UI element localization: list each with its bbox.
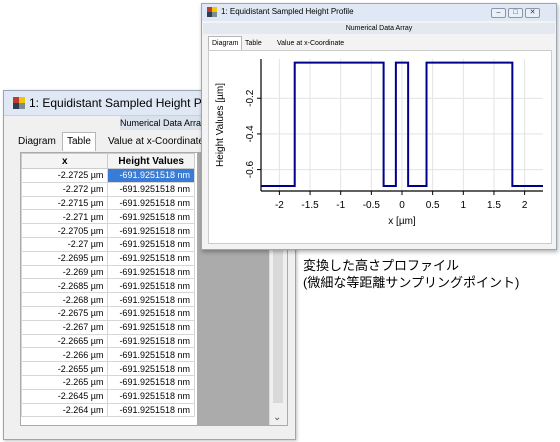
- x-tick-label: -0.5: [363, 200, 381, 211]
- tab-diagram[interactable]: Diagram: [14, 133, 60, 151]
- tab-diagram[interactable]: Diagram: [208, 36, 243, 50]
- column-header-height[interactable]: Height Values: [107, 153, 195, 169]
- cell-x[interactable]: -2.265 µm: [21, 374, 109, 390]
- column-header-x[interactable]: x: [21, 153, 109, 169]
- cell-x[interactable]: -2.2695 µm: [21, 250, 109, 266]
- scroll-down-icon[interactable]: ⌄: [273, 412, 281, 423]
- cell-height[interactable]: -691.9251518 nm: [107, 223, 195, 238]
- cell-x[interactable]: -2.2705 µm: [21, 223, 109, 238]
- x-tick-label: -1.5: [301, 200, 319, 211]
- table-row[interactable]: -2.2675 µm -691.9251518 nm: [21, 305, 195, 321]
- y-axis-label: Height Values [µm]: [215, 83, 226, 167]
- table-row[interactable]: -2.268 µm -691.9251518 nm: [21, 292, 195, 307]
- cell-height[interactable]: -691.9251518 nm: [107, 361, 195, 376]
- minimize-icon[interactable]: –: [491, 8, 506, 18]
- cell-height[interactable]: -691.9251518 nm: [107, 347, 195, 363]
- cell-height[interactable]: -691.9251518 nm: [107, 388, 195, 404]
- subheader: Numerical Data Array: [203, 23, 555, 34]
- data-table: x Height Values -2.2725 µm -691.9251518 n…: [21, 153, 195, 418]
- cell-x[interactable]: -2.2665 µm: [21, 333, 109, 349]
- x-tick-label: -2: [275, 200, 284, 211]
- table-row[interactable]: -2.2665 µm -691.9251518 nm: [21, 333, 195, 349]
- table-row[interactable]: -2.2655 µm -691.9251518 nm: [21, 361, 195, 376]
- annotation-line-1: 変換した高さプロファイル: [303, 258, 460, 273]
- table-row[interactable]: -2.265 µm -691.9251518 nm: [21, 374, 195, 390]
- tab-table[interactable]: Table: [242, 37, 265, 50]
- cell-x[interactable]: -2.267 µm: [21, 319, 109, 335]
- cell-x[interactable]: -2.2675 µm: [21, 305, 109, 321]
- x-tick-label: 0: [399, 200, 405, 211]
- table-row[interactable]: -2.2645 µm -691.9251518 nm: [21, 388, 195, 404]
- y-tick-label: -0.2: [245, 89, 256, 107]
- window-title: 1: Equidistant Sampled Height Profile: [221, 7, 354, 16]
- table-row[interactable]: -2.2715 µm -691.9251518 nm: [21, 195, 195, 211]
- cell-x[interactable]: -2.268 µm: [21, 292, 109, 307]
- cell-x[interactable]: -2.272 µm: [21, 181, 109, 197]
- cell-height[interactable]: -691.9251518 nm: [107, 209, 195, 225]
- cell-height[interactable]: -691.9251518 nm: [107, 333, 195, 349]
- app-icon: [207, 7, 218, 18]
- cell-x[interactable]: -2.2655 µm: [21, 361, 109, 376]
- cell-height[interactable]: -691.9251518 nm: [107, 181, 195, 197]
- table-row[interactable]: -2.2695 µm -691.9251518 nm: [21, 250, 195, 266]
- x-tick-label: 1: [461, 200, 467, 211]
- annotation-line-2: (微細な等距離サンプリングポイント): [303, 275, 520, 290]
- y-tick-label: -0.6: [245, 161, 256, 179]
- table-row[interactable]: -2.2685 µm -691.9251518 nm: [21, 278, 195, 294]
- x-tick-label: -1: [336, 200, 345, 211]
- tab-value-at-x[interactable]: Value at x-Coordinate: [104, 133, 208, 151]
- cell-height[interactable]: -691.9251518 nm: [107, 168, 195, 183]
- maximize-icon[interactable]: □: [508, 8, 523, 18]
- cell-height[interactable]: -691.9251518 nm: [107, 264, 195, 280]
- tab-value-at-x[interactable]: Value at x-Coordinate: [274, 37, 347, 50]
- cell-height[interactable]: -691.9251518 nm: [107, 305, 195, 321]
- cell-height[interactable]: -691.9251518 nm: [107, 278, 195, 294]
- cell-x[interactable]: -2.271 µm: [21, 209, 109, 225]
- tab-table[interactable]: Table: [62, 132, 96, 151]
- cell-height[interactable]: -691.9251518 nm: [107, 250, 195, 266]
- table-row[interactable]: -2.267 µm -691.9251518 nm: [21, 319, 195, 335]
- cell-height[interactable]: -691.9251518 nm: [107, 236, 195, 252]
- table-row[interactable]: -2.264 µm -691.9251518 nm: [21, 402, 195, 418]
- plot-area: -2 -1.5 -1 -0.5 0 0.5 1 1.5 2 -0.2 -0.4 -0.6 x [µm] H…: [208, 50, 552, 244]
- window-title: 1: Equidistant Sampled Height Profile: [29, 96, 228, 110]
- x-tick-label: 1.5: [487, 200, 501, 211]
- table-row[interactable]: -2.266 µm -691.9251518 nm: [21, 347, 195, 363]
- cell-height[interactable]: -691.9251518 nm: [107, 195, 195, 211]
- table-row[interactable]: -2.271 µm -691.9251518 nm: [21, 209, 195, 225]
- cell-x[interactable]: -2.2645 µm: [21, 388, 109, 404]
- cell-height[interactable]: -691.9251518 nm: [107, 402, 195, 418]
- cell-x[interactable]: -2.27 µm: [21, 236, 109, 252]
- cell-x[interactable]: -2.264 µm: [21, 402, 109, 418]
- table-row[interactable]: -2.2725 µm -691.9251518 nm: [21, 168, 195, 183]
- cell-height[interactable]: -691.9251518 nm: [107, 319, 195, 335]
- title-bar[interactable]: 1: Equidistant Sampled Height Profile – …: [202, 4, 556, 21]
- x-tick-label: 0.5: [426, 200, 440, 211]
- subheader: Numerical Data Array: [120, 116, 206, 130]
- cell-x[interactable]: -2.266 µm: [21, 347, 109, 363]
- annotation: 変換した高さプロファイル (微細な等距離サンプリングポイント): [303, 257, 519, 291]
- cell-x[interactable]: -2.269 µm: [21, 264, 109, 280]
- y-tick-label: -0.4: [245, 125, 256, 143]
- table-row[interactable]: -2.27 µm -691.9251518 nm: [21, 236, 195, 252]
- x-axis-label: x [µm]: [388, 216, 416, 227]
- table-row[interactable]: -2.269 µm -691.9251518 nm: [21, 264, 195, 280]
- x-tick-label: 2: [522, 200, 528, 211]
- table-row[interactable]: -2.272 µm -691.9251518 nm: [21, 181, 195, 197]
- close-icon[interactable]: ✕: [525, 8, 540, 18]
- app-icon: [13, 97, 25, 109]
- cell-x[interactable]: -2.2715 µm: [21, 195, 109, 211]
- cell-height[interactable]: -691.9251518 nm: [107, 292, 195, 307]
- cell-x[interactable]: -2.2685 µm: [21, 278, 109, 294]
- table-row[interactable]: -2.2705 µm -691.9251518 nm: [21, 223, 195, 238]
- diagram-window: 1: Equidistant Sampled Height Profile – …: [201, 3, 557, 250]
- cell-x[interactable]: -2.2725 µm: [21, 168, 109, 183]
- cell-height[interactable]: -691.9251518 nm: [107, 374, 195, 390]
- height-profile-chart: -2 -1.5 -1 -0.5 0 0.5 1 1.5 2 -0.2 -0.4 -0.6 x [µm] H…: [215, 59, 543, 227]
